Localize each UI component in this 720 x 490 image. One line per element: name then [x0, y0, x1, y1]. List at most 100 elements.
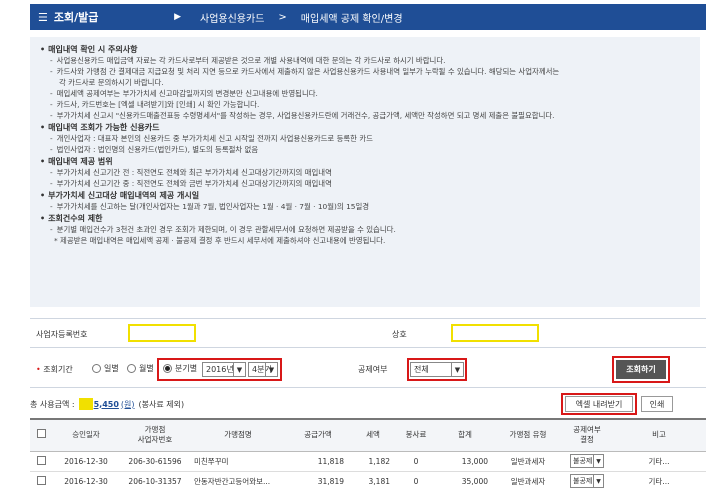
business-info-row: 사업자등록번호 상호	[30, 318, 706, 348]
notice-section-title: 매입내역 제공 범위	[40, 156, 690, 167]
cell-supply: 31,819	[286, 471, 350, 490]
chevron-down-icon[interactable]: ▼	[451, 363, 463, 376]
excel-download-button[interactable]: 엑셀 내려받기	[565, 396, 633, 412]
cell-sum: 35,000	[436, 471, 494, 490]
period-label: • 조회기간	[36, 365, 73, 374]
cell-service: 0	[396, 471, 436, 490]
cell-type: 일반과세자	[494, 471, 562, 490]
top-navigation-bar: ☰ 조회/발급 ▶ 사업용신용카드 > 매입세액 공제 확인/변경	[30, 4, 706, 30]
notice-item: 각 카드사로 문의하시기 바랍니다.	[59, 78, 164, 87]
menu-category[interactable]: ☰ 조회/발급 ▶	[30, 4, 181, 30]
cell-tax: 1,182	[350, 451, 396, 472]
radio-daily[interactable]: 일별	[92, 363, 119, 374]
radio-quarterly-circle[interactable]	[163, 364, 172, 373]
notice-section-title: 조회건수의 제한	[40, 213, 690, 224]
trade-name-label: 상호	[392, 330, 407, 339]
breadcrumb-item-current[interactable]: 매입세액 공제 확인/변경	[301, 10, 403, 25]
header-tax: 세액	[350, 418, 396, 452]
chevron-down-icon[interactable]: ▼	[233, 363, 245, 376]
search-button[interactable]: 조회하기	[616, 360, 666, 379]
table-row: 2016-12-30 206-10-31357 안동자반간고등어와보... 31,81…	[30, 471, 706, 490]
hamburger-menu-icon[interactable]: ☰	[38, 11, 48, 24]
header-checkbox-cell	[30, 418, 52, 452]
notice-item: 부가가치세 신고기간 중 : 직전연도 전체와 금번 부가가치세 신고대상기간까…	[40, 178, 690, 189]
header-supply: 공급가액	[286, 418, 350, 452]
year-select[interactable]: 2016년 ▼	[202, 362, 246, 377]
total-amount-value[interactable]: 5,450	[94, 400, 119, 409]
notice-item: 사업용신용카드 매입금액 자료는 각 카드사로부터 제공받은 것으로 개별 사용…	[40, 55, 690, 66]
total-amount-mask	[78, 398, 93, 410]
cell-bizno: 206-10-31357	[120, 471, 190, 490]
header-bizno: 가맹점 사업자번호	[120, 418, 190, 452]
cell-sum: 13,000	[436, 451, 494, 472]
row-checkbox-cell	[30, 471, 52, 490]
deduct-label: 공제여부	[358, 365, 388, 374]
search-condition-row: • 조회기간 일별 월별 분기별 2016년 ▼ 4분기 ▼ 공제여부 전체 ▼…	[30, 348, 706, 388]
chevron-down-icon[interactable]: ▼	[593, 455, 603, 467]
cell-note[interactable]: 기타...	[612, 471, 706, 490]
notice-item: 부가가치세 신고시 "신용카드매출전표등 수령명세서"를 작성하는 경우, 사업…	[40, 110, 690, 121]
total-amount-note: (봉사료 제외)	[138, 399, 185, 409]
chevron-down-icon[interactable]: ▼	[593, 475, 603, 487]
notice-item: 부가가치세를 신고하는 달(개인사업자는 1월과 7월, 법인사업자는 1월 ·…	[40, 201, 690, 212]
radio-quarterly-label: 분기별	[175, 364, 198, 373]
chevron-down-icon[interactable]: ▼	[265, 363, 277, 376]
purchase-table: 승인일자 가맹점 사업자번호 가맹점명 공급가액 세액 봉사료 합계 가맹점 유…	[30, 418, 706, 490]
cell-merchant: 미친쭈꾸미	[190, 451, 286, 472]
notice-item: 카드사, 카드번호는 [엑셀 내려받기]와 [인쇄] 시 확인 가능합니다.	[40, 99, 690, 110]
radio-daily-label: 일별	[104, 364, 119, 373]
cell-tax: 3,181	[350, 471, 396, 490]
cell-deduct: 불공제 ▼	[562, 451, 612, 472]
biz-no-label: 사업자등록번호	[36, 330, 88, 339]
cell-note[interactable]: 기타...	[612, 451, 706, 472]
radio-monthly[interactable]: 월별	[127, 363, 154, 374]
notice-item: 개인사업자 : 대표자 본인의 신용카드 중 부가가치세 신고 시작일 전까지 …	[40, 133, 690, 144]
chevron-right-icon: ▶	[174, 12, 181, 22]
breadcrumb: 사업용신용카드 > 매입세액 공제 확인/변경	[180, 4, 403, 30]
deduct-row-select[interactable]: 불공제 ▼	[570, 454, 604, 468]
cell-supply: 11,818	[286, 451, 350, 472]
deduct-select[interactable]: 전체 ▼	[410, 362, 464, 377]
radio-quarterly[interactable]: 분기별	[163, 363, 197, 374]
header-sum: 합계	[436, 418, 494, 452]
deduct-select-value: 전체	[414, 365, 429, 374]
row-checkbox-cell	[30, 451, 52, 472]
header-service: 봉사료	[396, 418, 436, 452]
deduct-row-value: 불공제	[573, 477, 593, 485]
quarter-select[interactable]: 4분기 ▼	[248, 362, 278, 377]
table-row: 2016-12-30 206-30-61596 미친쭈꾸미 11,818 1,182 0 1…	[30, 451, 706, 472]
header-type: 가맹점 유형	[494, 418, 562, 452]
notice-item: * 제공받은 매입내역은 매입세액 공제 · 불공제 결정 후 반드시 세무서에…	[54, 236, 386, 245]
cell-merchant: 안동자반간고등어와보...	[190, 471, 286, 490]
cell-date: 2016-12-30	[52, 471, 120, 490]
row-checkbox[interactable]	[36, 475, 46, 485]
cell-service: 0	[396, 451, 436, 472]
header-date: 승인일자	[52, 418, 120, 452]
notice-item: 부가가치세 신고기간 전 : 직전연도 전체와 최근 부가가치세 신고대상기간까…	[40, 167, 690, 178]
cell-date: 2016-12-30	[52, 451, 120, 472]
notice-item: 카드사와 가맹점 간 결제대금 지급요청 및 처리 지연 등으로 카드사에서 제…	[40, 66, 690, 77]
notice-section-title: 매입내역 조회가 가능한 신용카드	[40, 122, 690, 133]
radio-daily-circle[interactable]	[92, 364, 101, 373]
notice-section-title: 부가가치세 신고대상 매입내역의 제공 개시일	[40, 190, 690, 201]
total-label: 총 사용금액 :	[30, 399, 75, 409]
notice-item: 법인사업자 : 법인명의 신용카드(법인카드), 별도의 등록절차 없음	[40, 144, 690, 155]
select-all-checkbox[interactable]	[36, 429, 46, 439]
menu-title: 조회/발급	[53, 11, 99, 24]
breadcrumb-item-card[interactable]: 사업용신용카드	[200, 10, 264, 25]
breadcrumb-separator-icon: >	[278, 11, 287, 23]
total-amount: 총 사용금액 : 5,450 (원) (봉사료 제외)	[30, 398, 184, 410]
deduct-row-select[interactable]: 불공제 ▼	[570, 474, 604, 488]
radio-monthly-circle[interactable]	[127, 364, 136, 373]
header-merchant: 가맹점명	[190, 418, 286, 452]
trade-name-value-masked	[451, 324, 539, 342]
table-header-row: 승인일자 가맹점 사업자번호 가맹점명 공급가액 세액 봉사료 합계 가맹점 유…	[30, 418, 706, 452]
header-deduct: 공제여부 결정	[562, 418, 612, 452]
cell-type: 일반과세자	[494, 451, 562, 472]
radio-monthly-label: 월별	[139, 364, 154, 373]
print-button[interactable]: 인쇄	[641, 396, 673, 412]
row-checkbox[interactable]	[36, 455, 46, 465]
notice-item: 분기별 매입건수가 3천건 초과인 경우 조회가 제한되며, 이 경우 관할세무…	[40, 224, 690, 235]
deduct-row-value: 불공제	[573, 457, 593, 465]
notice-section-title: 매입내역 확인 시 주의사항	[40, 44, 690, 55]
